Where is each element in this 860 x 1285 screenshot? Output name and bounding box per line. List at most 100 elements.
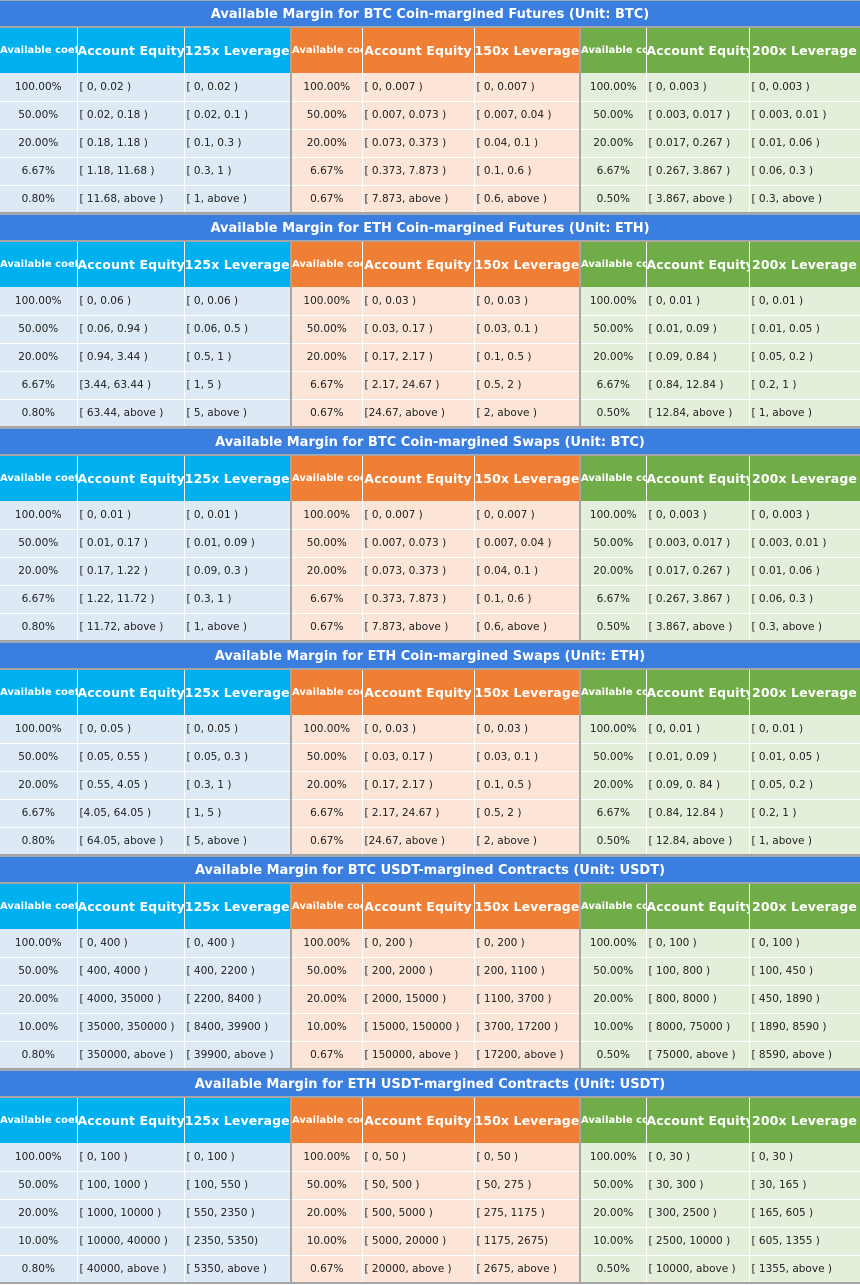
leverage-125x-cell: [ 0, 0.05 ): [184, 715, 292, 744]
account-equity-cell: [ 30, 300 ): [646, 1171, 750, 1200]
leverage-150x-cell: [ 2675, above ): [474, 1255, 581, 1284]
coefficient-cell: 20.00%: [579, 557, 647, 586]
leverage-125x-cell: [ 8400, 39900 ): [184, 1013, 292, 1042]
table-header-row: Available coefficientAccount Equity125x …: [0, 1098, 860, 1143]
coefficient-cell: 0.67%: [290, 1255, 363, 1284]
account-equity-cell: [ 0.073, 0.373 ): [362, 557, 475, 586]
coefficient-cell: 10.00%: [579, 1013, 647, 1042]
leverage-200x-cell: [ 1355, above ): [749, 1255, 860, 1284]
coefficient-cell: 0.50%: [579, 613, 647, 642]
coefficient-cell: 6.67%: [290, 585, 363, 614]
account-equity-header: Account Equity: [362, 884, 475, 929]
coefficient-cell: 100.00%: [579, 1143, 647, 1172]
leverage-125x-header: 125x Leverage: [184, 28, 292, 73]
account-equity-cell: [ 0, 0.003 ): [646, 73, 750, 102]
leverage-125x-header: 125x Leverage: [184, 1098, 292, 1143]
account-equity-cell: [ 0.84, 12.84 ): [646, 371, 750, 400]
account-equity-cell: [ 0.09, 0.84 ): [646, 343, 750, 372]
coefficient-header: Available coefficient: [290, 884, 363, 929]
account-equity-cell: [ 0.06, 0.94 ): [77, 315, 185, 344]
leverage-200x-cell: [ 0.2, 1 ): [749, 371, 860, 400]
leverage-200x-cell: [ 0.003, 0.01 ): [749, 101, 860, 130]
leverage-150x-cell: [ 17200, above ): [474, 1041, 581, 1070]
table-row: 6.67% [3.44, 63.44 )[ 1, 5 ) 6.67%[ 2.17, …: [0, 371, 860, 400]
leverage-200x-cell: [ 1, above ): [749, 827, 860, 856]
coefficient-cell: 0.50%: [579, 827, 647, 856]
leverage-200x-cell: [ 1, above ): [749, 399, 860, 428]
account-equity-cell: [ 0.01, 0.09 ): [646, 315, 750, 344]
margin-table: Available coefficientAccount Equity125x …: [0, 670, 860, 856]
leverage-200x-header: 200x Leverage: [749, 884, 860, 929]
account-equity-cell: [ 75000, above ): [646, 1041, 750, 1070]
coefficient-cell: 100.00%: [290, 1143, 363, 1172]
coefficient-cell: 0.67%: [290, 827, 363, 856]
leverage-150x-cell: [ 0.1, 0.6 ): [474, 585, 581, 614]
account-equity-cell: [ 12.84, above ): [646, 827, 750, 856]
leverage-200x-cell: [ 0.05, 0.2 ): [749, 771, 860, 800]
account-equity-cell: [ 0.007, 0.073 ): [362, 101, 475, 130]
leverage-125x-cell: [ 0.09, 0.3 ): [184, 557, 292, 586]
leverage-150x-cell: [ 0, 0.007 ): [474, 73, 581, 102]
coefficient-header: Available coefficient: [0, 670, 78, 715]
account-equity-cell: [ 20000, above ): [362, 1255, 475, 1284]
leverage-200x-cell: [ 0, 30 ): [749, 1143, 860, 1172]
coefficient-cell: 100.00%: [579, 715, 647, 744]
account-equity-cell: [ 0.55, 4.05 ): [77, 771, 185, 800]
leverage-150x-cell: [ 0.03, 0.1 ): [474, 315, 581, 344]
table-header-row: Available coefficientAccount Equity125x …: [0, 884, 860, 929]
leverage-200x-cell: [ 1890, 8590 ): [749, 1013, 860, 1042]
coefficient-cell: 50.00%: [0, 1171, 78, 1200]
coefficient-cell: 20.00%: [579, 129, 647, 158]
leverage-125x-cell: [ 0, 0.06 ): [184, 287, 292, 316]
coefficient-cell: 100.00%: [0, 1143, 78, 1172]
leverage-150x-cell: [ 0, 200 ): [474, 929, 581, 958]
coefficient-cell: 10.00%: [290, 1013, 363, 1042]
coefficient-header: Available coefficient: [579, 1098, 647, 1143]
account-equity-cell: [ 0.017, 0.267 ): [646, 557, 750, 586]
margin-table: Available coefficientAccount Equity125x …: [0, 28, 860, 214]
account-equity-cell: [ 0, 0.03 ): [362, 287, 475, 316]
coefficient-cell: 0.50%: [579, 185, 647, 214]
coefficient-header: Available coefficient: [579, 884, 647, 929]
leverage-125x-cell: [ 0.06, 0.5 ): [184, 315, 292, 344]
coefficient-cell: 50.00%: [290, 743, 363, 772]
leverage-150x-cell: [ 275, 1175 ): [474, 1199, 581, 1228]
account-equity-cell: [ 11.68, above ): [77, 185, 185, 214]
coefficient-cell: 6.67%: [0, 799, 78, 828]
table-header-row: Available coefficientAccount Equity125x …: [0, 456, 860, 501]
account-equity-cell: [ 0, 0.02 ): [77, 73, 185, 102]
coefficient-cell: 100.00%: [579, 287, 647, 316]
coefficient-header: Available coefficient: [290, 670, 363, 715]
leverage-125x-cell: [ 1, 5 ): [184, 799, 292, 828]
account-equity-header: Account Equity: [646, 884, 750, 929]
account-equity-cell: [ 200, 2000 ): [362, 957, 475, 986]
table-title: Available Margin for ETH USDT-margined C…: [0, 1070, 860, 1098]
coefficient-cell: 50.00%: [579, 315, 647, 344]
coefficient-header: Available coefficient: [290, 242, 363, 287]
coefficient-cell: 100.00%: [0, 73, 78, 102]
account-equity-cell: [ 5000, 20000 ): [362, 1227, 475, 1256]
account-equity-cell: [3.44, 63.44 ): [77, 371, 185, 400]
account-equity-cell: [ 0, 200 ): [362, 929, 475, 958]
account-equity-header: Account Equity: [646, 242, 750, 287]
coefficient-cell: 50.00%: [290, 529, 363, 558]
leverage-125x-cell: [ 2200, 8400 ): [184, 985, 292, 1014]
account-equity-cell: [ 0.03, 0.17 ): [362, 743, 475, 772]
leverage-150x-cell: [ 0, 0.007 ): [474, 501, 581, 530]
leverage-200x-cell: [ 0.003, 0.01 ): [749, 529, 860, 558]
leverage-125x-cell: [ 0.02, 0.1 ): [184, 101, 292, 130]
account-equity-cell: [ 500, 5000 ): [362, 1199, 475, 1228]
margin-table-section: Available Margin for ETH Coin-margined S…: [0, 642, 860, 856]
table-row: 100.00%[ 0, 100 )[ 0, 100 ) 100.00%[ 0, 5…: [0, 1143, 860, 1172]
coefficient-cell: 100.00%: [290, 501, 363, 530]
account-equity-cell: [ 100, 800 ): [646, 957, 750, 986]
account-equity-cell: [ 0.003, 0.017 ): [646, 101, 750, 130]
coefficient-cell: 20.00%: [0, 771, 78, 800]
leverage-125x-cell: [ 400, 2200 ): [184, 957, 292, 986]
leverage-150x-cell: [ 3700, 17200 ): [474, 1013, 581, 1042]
leverage-125x-cell: [ 0.05, 0.3 ): [184, 743, 292, 772]
table-header-row: Available coefficientAccount Equity125x …: [0, 242, 860, 287]
coefficient-cell: 6.67%: [0, 157, 78, 186]
leverage-150x-cell: [ 0.5, 2 ): [474, 371, 581, 400]
coefficient-cell: 20.00%: [290, 771, 363, 800]
